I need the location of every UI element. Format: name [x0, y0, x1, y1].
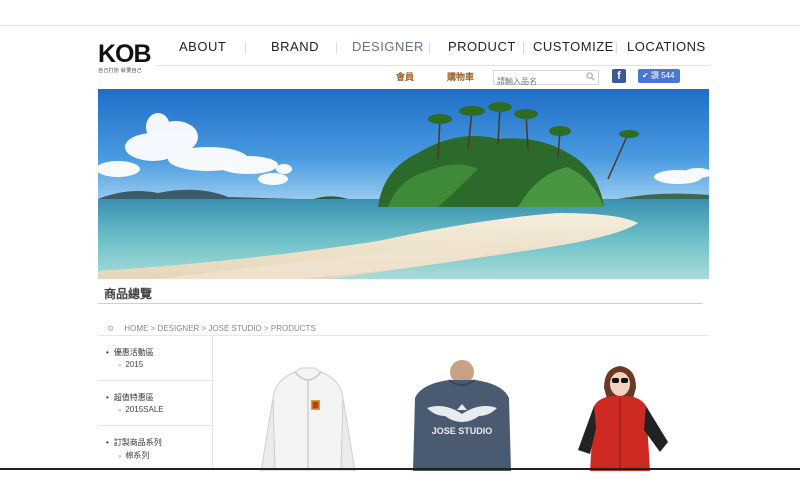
logo-tagline: 自己打扮 就要自己 — [98, 68, 143, 74]
search-icon[interactable] — [586, 72, 595, 81]
breadcrumb-text[interactable]: HOME > DESIGNER > JOSE STUDIO > PRODUCTS — [124, 324, 315, 333]
sidebar-group-title[interactable]: 訂製商品系列 — [106, 437, 162, 448]
nav-divider — [336, 42, 337, 54]
title-divider — [98, 303, 703, 304]
site-logo[interactable]: KOB 自己打扮 就要自己 — [98, 41, 152, 75]
gear-icon: ⚙ — [107, 324, 115, 333]
checkmark-icon: ✔ — [642, 71, 649, 80]
red-jacket-image — [556, 358, 682, 471]
nav-about[interactable]: ABOUT — [179, 39, 226, 54]
logo-text: KOB — [98, 40, 152, 68]
search-box — [493, 70, 599, 87]
member-link[interactable]: 會員 — [396, 70, 414, 83]
sidebar-group-title[interactable]: 超值特惠區 — [106, 392, 154, 403]
breadcrumb: ⚙ HOME > DESIGNER > JOSE STUDIO > PRODUC… — [107, 324, 316, 333]
product-card-jose-studio-sweater[interactable]: JOSE STUDIO — [399, 358, 525, 471]
nav-designer[interactable]: DESIGNER — [352, 39, 424, 54]
sidebar-group-promo: 優惠活動區 2015 — [98, 336, 212, 381]
sweater-print-text: JOSE STUDIO — [432, 426, 493, 436]
nav-divider — [245, 42, 246, 54]
sidebar-item-cotton[interactable]: 棉系列 — [118, 450, 149, 461]
category-sidebar: 優惠活動區 2015 超值特惠區 2015SALE 訂製商品系列 棉系列 — [98, 335, 213, 471]
white-hoodie-image — [260, 367, 356, 471]
like-count: 讚 544 — [650, 71, 675, 80]
product-grid: JOSE STUDIO — [213, 335, 709, 471]
hero-banner — [98, 89, 709, 279]
nav-divider — [429, 42, 430, 54]
nav-divider — [616, 42, 617, 54]
eagle-sweater-image: JOSE STUDIO — [399, 358, 525, 471]
product-card-white-hoodie[interactable] — [245, 358, 371, 471]
product-card-red-jacket[interactable] — [556, 358, 682, 471]
nav-brand[interactable]: BRAND — [271, 39, 319, 54]
sidebar-group-custom: 訂製商品系列 棉系列 — [98, 426, 212, 470]
nav-divider — [523, 42, 524, 54]
top-divider — [0, 25, 800, 26]
nav-locations[interactable]: LOCATIONS — [627, 39, 706, 54]
cart-link[interactable]: 購物車 — [447, 70, 474, 83]
beach-image — [98, 89, 709, 279]
nav-product[interactable]: PRODUCT — [448, 39, 516, 54]
search-input[interactable] — [494, 76, 581, 87]
sidebar-item-2015[interactable]: 2015 — [118, 360, 143, 369]
bottom-edge — [0, 468, 800, 470]
sidebar-item-2015sale[interactable]: 2015SALE — [118, 405, 163, 414]
sidebar-group-title[interactable]: 優惠活動區 — [106, 347, 154, 358]
facebook-like-button[interactable]: ✔ 讚 544 — [638, 69, 680, 83]
sidebar-group-sale: 超值特惠區 2015SALE — [98, 381, 212, 426]
page-title: 商品總覽 — [104, 287, 153, 301]
main-nav: ABOUT BRAND DESIGNER PRODUCT CUSTOMIZE L… — [156, 33, 710, 66]
nav-customize[interactable]: CUSTOMIZE — [533, 39, 614, 54]
facebook-icon[interactable]: f — [612, 69, 626, 83]
